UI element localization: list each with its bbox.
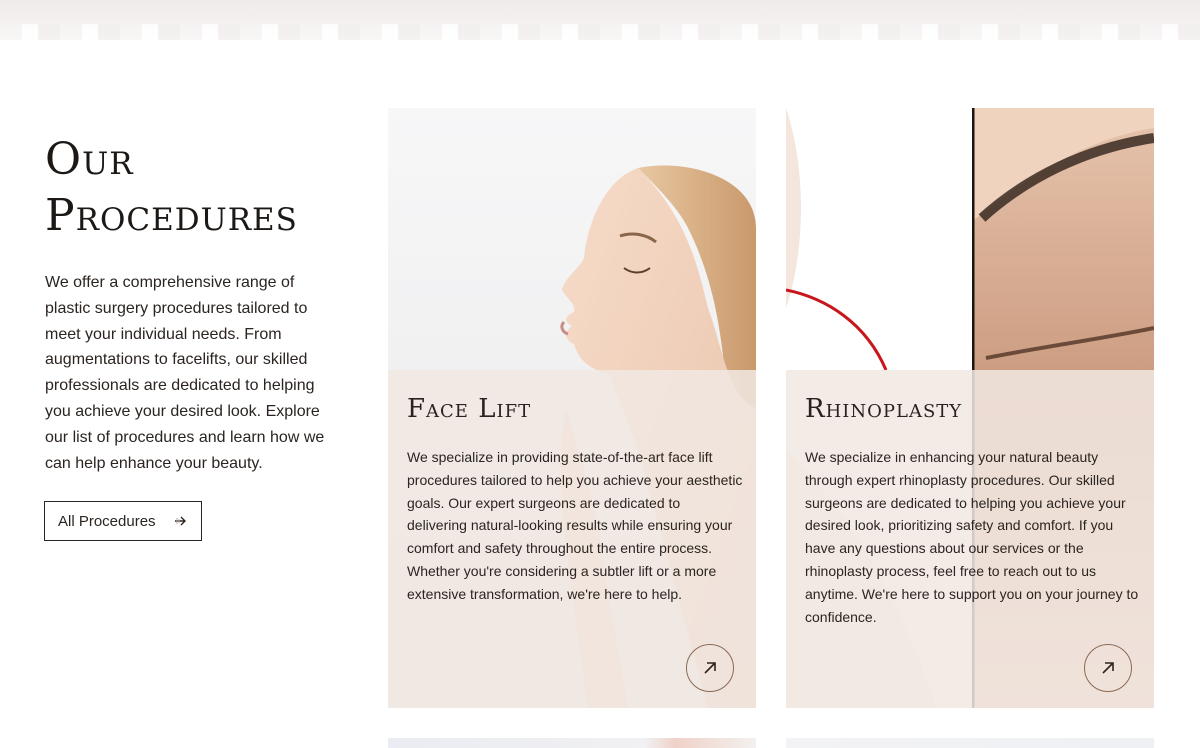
card-description: We specialize in providing state-of-the-…: [407, 449, 743, 602]
section-title-line-1: Our: [45, 134, 134, 185]
card-description: We specialize in enhancing your natural …: [805, 449, 1139, 625]
card-title: Rhinoplasty: [805, 394, 963, 424]
next-card-image-peek: [388, 738, 756, 748]
procedure-card-face-lift[interactable]: Face Lift We specialize in providing sta…: [388, 108, 756, 708]
arrow-up-right-icon: [704, 662, 716, 674]
arrow-up-right-icon: [1102, 662, 1114, 674]
section-title-line-2: Procedures: [45, 190, 298, 241]
section-description: We offer a comprehensive range of plasti…: [45, 274, 325, 472]
next-card-image-peek: [786, 738, 1154, 748]
rhinoplasty-link-button[interactable]: [1084, 644, 1132, 692]
decorative-top-band: [0, 0, 1200, 40]
section-title: Our Procedures: [45, 132, 345, 244]
card-title: Face Lift: [407, 394, 532, 424]
procedures-intro: Our Procedures We offer a comprehensive …: [45, 132, 345, 476]
face-lift-link-button[interactable]: [686, 644, 734, 692]
arrow-right-icon: [175, 516, 186, 526]
procedure-card-rhinoplasty[interactable]: Rhinoplasty We specialize in enhancing y…: [786, 108, 1154, 708]
all-procedures-button-label: All Procedures: [58, 512, 156, 530]
all-procedures-button[interactable]: All Procedures: [44, 501, 202, 541]
